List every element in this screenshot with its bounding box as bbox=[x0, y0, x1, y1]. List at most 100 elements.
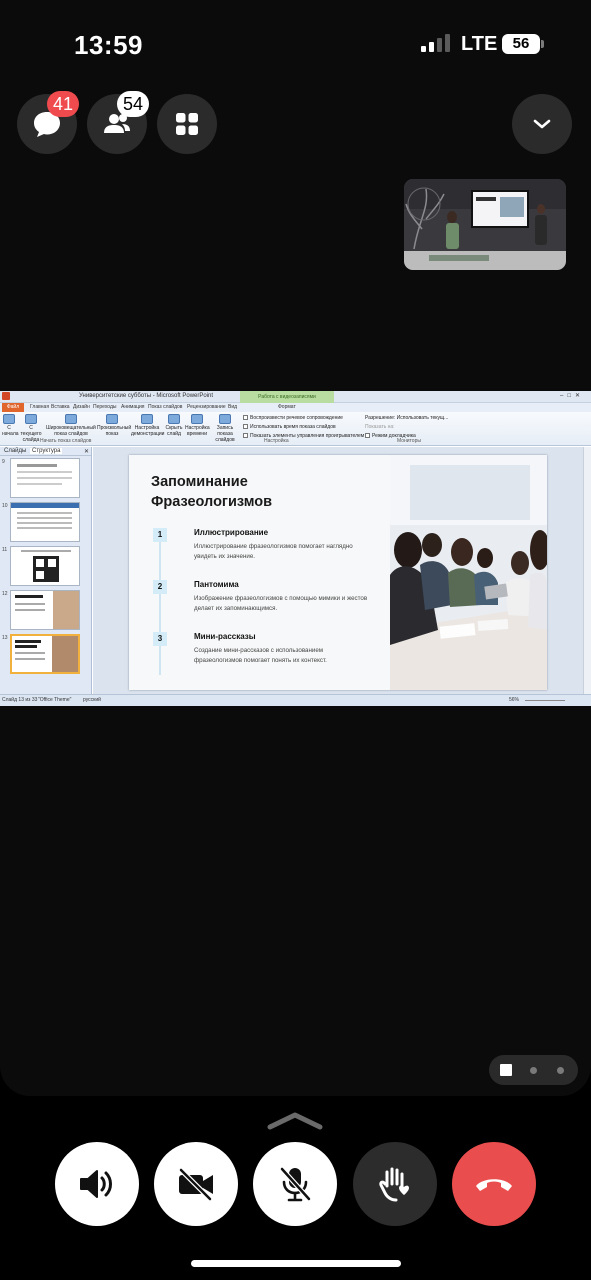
group-monitors-label: Мониторы bbox=[397, 438, 421, 444]
students-photo bbox=[390, 455, 547, 690]
battery-icon bbox=[541, 40, 544, 48]
custom-show-button[interactable]: Произвольный показ bbox=[97, 414, 131, 437]
slide-thumbnail-image bbox=[11, 503, 79, 529]
tab-file[interactable]: Файл bbox=[2, 403, 24, 412]
collapse-button[interactable] bbox=[512, 94, 572, 154]
tab-home[interactable]: Главная bbox=[30, 404, 49, 410]
tab-slideshow[interactable]: Показ слайдов bbox=[148, 404, 182, 410]
slide-count: Слайд 13 из 33 bbox=[2, 697, 38, 703]
camera-toggle-button[interactable] bbox=[154, 1142, 238, 1226]
vertical-scrollbar[interactable] bbox=[583, 447, 591, 694]
ribbon: С начала С текущего слайда Широковещател… bbox=[0, 412, 591, 446]
page-dot bbox=[530, 1067, 537, 1074]
zoom-slider[interactable] bbox=[525, 700, 565, 701]
ribbon-tabs: Файл Главная Вставка Дизайн Переходы Ани… bbox=[0, 403, 591, 412]
rehearse-label: Настройка времени bbox=[185, 425, 210, 437]
tab-slides[interactable]: Слайды bbox=[4, 448, 26, 454]
custom-show-label: Произвольный показ bbox=[97, 425, 132, 437]
window-titlebar: Университетские субботы - Microsoft Powe… bbox=[0, 391, 591, 403]
status-time: 13:59 bbox=[74, 30, 143, 60]
speaker-icon bbox=[80, 1170, 112, 1198]
window-controls[interactable]: –□✕ bbox=[560, 392, 584, 399]
show-on-label: Показать на: bbox=[365, 424, 395, 430]
record-label: Запись показа слайдов bbox=[215, 425, 235, 443]
slide-thumbnail-active[interactable] bbox=[10, 634, 80, 674]
group-start-label: Начать показ слайдов bbox=[40, 438, 92, 444]
tab-design[interactable]: Дизайн bbox=[73, 404, 90, 410]
resolution-select[interactable]: Разрешение: Использовать текущ... bbox=[365, 415, 448, 421]
show-on-select[interactable]: Показать на: bbox=[365, 424, 395, 430]
thumb-number: 10 bbox=[2, 503, 8, 509]
slide-thumbnail[interactable] bbox=[10, 590, 80, 630]
expand-panel-handle[interactable] bbox=[266, 1110, 324, 1132]
end-call-button[interactable] bbox=[452, 1142, 536, 1226]
reactions-button[interactable] bbox=[353, 1142, 437, 1226]
camera-off-icon bbox=[178, 1167, 213, 1201]
timings-label: Использовать время показа слайдов bbox=[250, 424, 336, 430]
speaker-button[interactable] bbox=[55, 1142, 139, 1226]
setup-label: Настройка демонстрации bbox=[131, 425, 165, 437]
panel-tabs: Слайды Структура ✕ bbox=[0, 447, 91, 456]
slide-canvas: Запоминание Фразеологизмов 1 Иллюстриров… bbox=[93, 447, 583, 694]
slide-thumbnail-image bbox=[15, 636, 78, 672]
current-slide[interactable]: Запоминание Фразеологизмов 1 Иллюстриров… bbox=[129, 455, 547, 690]
slide-thumbnail[interactable] bbox=[10, 502, 80, 542]
tab-review[interactable]: Рецензирование bbox=[187, 404, 226, 410]
record-button[interactable]: Запись показа слайдов bbox=[211, 414, 239, 443]
tab-transitions[interactable]: Переходы bbox=[93, 404, 116, 410]
rehearse-button[interactable]: Настройка времени bbox=[185, 414, 210, 437]
narration-label: Воспроизвести речевое сопровождение bbox=[250, 415, 343, 421]
step-number: 3 bbox=[153, 632, 167, 646]
tab-outline[interactable]: Структура bbox=[30, 448, 63, 454]
hang-up-icon bbox=[476, 1179, 512, 1191]
from-start-label: С начала bbox=[2, 425, 19, 437]
hide-slide-label: Скрыть слайд bbox=[165, 425, 183, 437]
participant-video[interactable] bbox=[404, 179, 566, 270]
step-text: Создание мини-рассказов с использованием… bbox=[194, 647, 327, 664]
close-panel-icon[interactable]: ✕ bbox=[84, 448, 89, 455]
tab-insert[interactable]: Вставка bbox=[51, 404, 70, 410]
broadcast-button[interactable]: Широковещательный показ слайдов bbox=[46, 414, 96, 437]
thumb-number: 12 bbox=[2, 591, 8, 597]
broadcast-label: Широковещательный показ слайдов bbox=[46, 425, 96, 437]
participants-badge: 54 bbox=[117, 91, 150, 117]
slide-thumbnail-image bbox=[17, 464, 72, 485]
narration-checkbox[interactable]: Воспроизвести речевое сопровождение bbox=[243, 415, 343, 421]
timeline-line bbox=[159, 530, 161, 675]
media-controls-checkbox[interactable]: Показать элементы управления проигрывате… bbox=[243, 433, 364, 439]
tab-format[interactable]: Формат bbox=[278, 404, 296, 410]
signal-icon bbox=[421, 34, 451, 52]
page-indicator[interactable] bbox=[489, 1055, 578, 1085]
grid-view-button[interactable] bbox=[157, 94, 217, 154]
hide-slide-button[interactable]: Скрыть слайд bbox=[165, 414, 183, 437]
step-text: Изображение фразеологизмов с помощью мим… bbox=[194, 595, 368, 612]
raise-hand-icon bbox=[379, 1167, 409, 1202]
tab-animation[interactable]: Анимация bbox=[121, 404, 144, 410]
thumb-number: 13 bbox=[2, 635, 8, 641]
chat-button[interactable]: 41 bbox=[17, 91, 80, 154]
thumb-number: 9 bbox=[2, 459, 5, 465]
zoom-level: 56% bbox=[509, 697, 520, 703]
step-text: Иллюстрирование фразеологизмов помогает … bbox=[194, 543, 353, 560]
from-current-label: С текущего слайда bbox=[20, 425, 42, 443]
setup-button[interactable]: Настройка демонстрации bbox=[131, 414, 165, 437]
thumb-number: 11 bbox=[2, 547, 8, 553]
step-heading: Иллюстрирование bbox=[194, 528, 269, 537]
participants-button[interactable]: 54 bbox=[87, 91, 150, 154]
page-indicator-current bbox=[500, 1064, 512, 1076]
step-number: 1 bbox=[153, 528, 167, 542]
timings-checkbox[interactable]: Использовать время показа слайдов bbox=[243, 424, 336, 430]
powerpoint-icon bbox=[2, 392, 10, 400]
language: русский bbox=[83, 697, 101, 703]
microphone-toggle-button[interactable] bbox=[253, 1142, 337, 1226]
context-tab: Работа с видеозаписями bbox=[240, 391, 334, 403]
slide-thumbnail[interactable] bbox=[10, 546, 80, 586]
window-title: Университетские субботы - Microsoft Powe… bbox=[79, 393, 214, 399]
battery-level: 56 bbox=[502, 34, 540, 54]
home-indicator[interactable] bbox=[191, 1260, 401, 1267]
step-heading: Мини-рассказы bbox=[194, 632, 256, 641]
tab-view[interactable]: Вид bbox=[228, 404, 237, 410]
chat-badge: 41 bbox=[47, 91, 80, 117]
from-start-button[interactable]: С начала bbox=[2, 414, 19, 437]
slide-thumbnail[interactable] bbox=[10, 458, 80, 498]
